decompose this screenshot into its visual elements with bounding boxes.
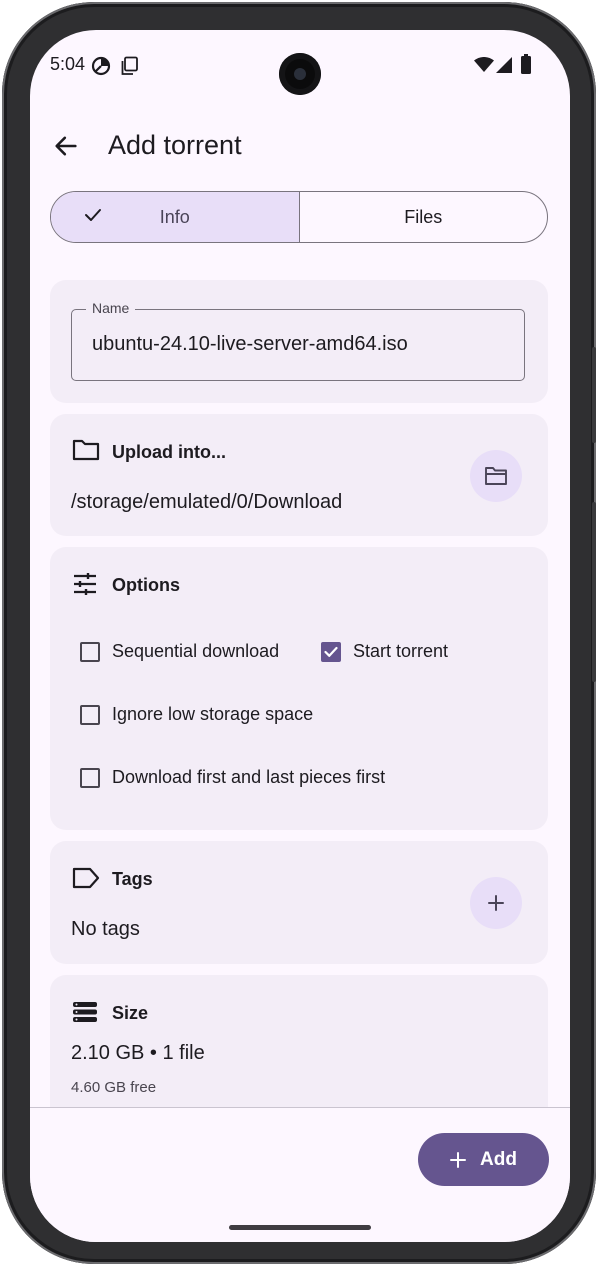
storage-icon <box>73 1002 97 1022</box>
name-field-label: Name <box>86 300 136 316</box>
upload-path: /storage/emulated/0/Download <box>71 491 343 513</box>
choose-folder-button[interactable] <box>470 450 522 502</box>
options-card: Options Sequential download Start torren… <box>50 547 548 830</box>
size-value: 2.10 GB • 1 file <box>71 1042 205 1064</box>
option-first-last-pieces[interactable]: Download first and last pieces first <box>80 767 385 788</box>
wifi-icon <box>474 57 494 72</box>
first-last-pieces-checkbox[interactable] <box>80 767 100 788</box>
ignore-storage-checkbox[interactable] <box>80 704 100 725</box>
name-card: Name ubuntu-24.10-live-server-amd64.iso <box>50 280 548 403</box>
tags-title: Tags <box>112 869 153 889</box>
segmented-tabs: Info Files <box>50 191 548 243</box>
options-title: Options <box>112 575 180 595</box>
volume-button <box>592 502 596 682</box>
name-field[interactable]: Name ubuntu-24.10-live-server-amd64.iso <box>71 300 525 381</box>
power-button <box>592 347 596 443</box>
gesture-handle[interactable] <box>229 1225 371 1230</box>
add-button-label: Add <box>480 1148 517 1170</box>
tab-files-label: Files <box>404 206 443 227</box>
first-last-pieces-label: Download first and last pieces first <box>112 767 386 787</box>
option-ignore-storage[interactable]: Ignore low storage space <box>80 704 313 725</box>
check-icon <box>324 646 338 657</box>
add-tag-button[interactable] <box>470 877 522 929</box>
check-icon <box>85 209 101 221</box>
tab-files[interactable]: Files <box>300 192 548 242</box>
tags-card: Tags No tags <box>50 841 548 964</box>
battery-icon <box>521 54 531 74</box>
add-icon <box>450 1151 467 1168</box>
sequential-download-label: Sequential download <box>112 641 280 661</box>
add-icon <box>488 895 504 911</box>
size-title: Size <box>112 1003 149 1023</box>
add-torrent-button[interactable]: Add <box>418 1133 549 1186</box>
page-title: Add torrent <box>108 130 242 160</box>
screen: 5:04 Add torrent Info Files Name ubuntu-… <box>30 30 570 1242</box>
option-start-torrent[interactable]: Start torrent <box>321 641 448 662</box>
status-time: 5:04 <box>50 54 86 74</box>
tab-info[interactable]: Info <box>51 192 300 242</box>
phone-frame: 5:04 Add torrent Info Files Name ubuntu-… <box>2 2 596 1264</box>
upload-card: Upload into... /storage/emulated/0/Downl… <box>50 414 548 536</box>
data-saver-icon <box>91 56 111 76</box>
ignore-storage-label: Ignore low storage space <box>112 704 314 724</box>
tune-icon <box>74 573 96 595</box>
upload-title: Upload into... <box>112 442 226 462</box>
screenshot-icon <box>121 56 138 75</box>
arrow-back-icon[interactable] <box>52 132 80 160</box>
sequential-download-checkbox[interactable] <box>80 641 100 662</box>
option-sequential-download[interactable]: Sequential download <box>80 641 279 662</box>
folder-open-icon <box>485 467 507 485</box>
tab-info-label: Info <box>159 206 190 227</box>
front-camera <box>279 53 321 95</box>
top-app-bar: Add torrent <box>30 122 570 170</box>
tags-value: No tags <box>71 918 140 940</box>
folder-icon <box>72 439 100 461</box>
label-icon <box>72 867 100 889</box>
start-torrent-label: Start torrent <box>353 641 449 661</box>
signal-icon <box>496 57 512 73</box>
free-space: 4.60 GB free <box>71 1079 157 1096</box>
name-field-value[interactable]: ubuntu-24.10-live-server-amd64.iso <box>92 333 408 356</box>
start-torrent-checkbox[interactable] <box>321 641 341 662</box>
